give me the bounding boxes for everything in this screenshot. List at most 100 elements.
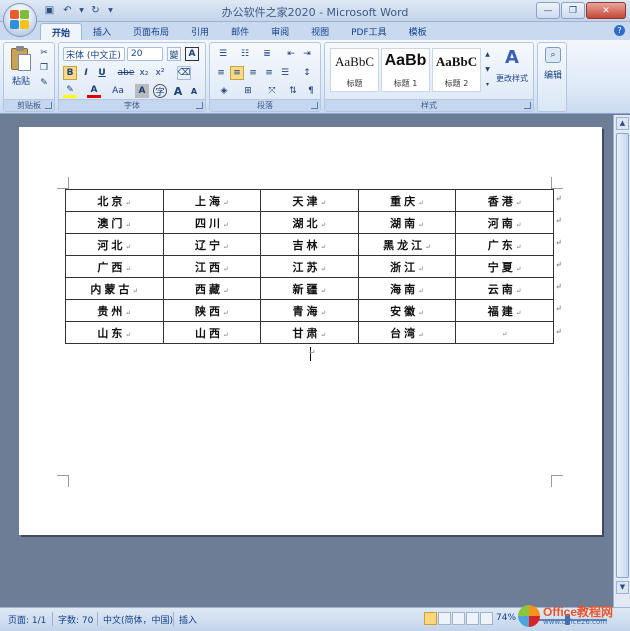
table-cell[interactable]: 陕西↵ [162,299,262,322]
print-layout-view-icon[interactable] [424,612,437,625]
change-styles-button[interactable]: 更改样式 [493,71,531,85]
table-cell[interactable]: 湖北↵ [260,211,359,234]
align-right-icon[interactable]: ≡ [246,66,260,80]
multilevel-list-icon[interactable]: ≣ [258,47,276,61]
table-cell[interactable]: 青海↵ [260,299,359,322]
table-cell[interactable]: 江苏↵ [260,255,359,278]
change-case-button[interactable]: Aa [109,84,127,98]
tab-7[interactable]: PDF工具 [340,23,398,40]
status-page[interactable]: 页面: 1/1 [8,613,46,626]
change-styles-icon[interactable]: A [501,46,523,68]
increase-indent-icon[interactable]: ⇥ [300,47,314,61]
document-page[interactable]: 北京↵ 上海↵ 天津↵ 重庆↵ 香港↵ ↵ 澳门↵ 四川↵ 湖北↵ 湖南↵ 河南↵ ↵ 河北↵ 辽宁↵ 吉林… [19,127,602,535]
table-cell[interactable]: 四川↵ [162,211,262,234]
table-cell[interactable]: 台湾↵ [357,321,457,344]
table-cell[interactable]: 福建↵ ↵ [455,299,562,322]
format-painter-icon[interactable]: ✎ [37,76,51,90]
font-launcher-icon[interactable] [196,102,203,109]
strikethrough-button[interactable]: abe [117,66,135,80]
scroll-up-arrow-icon[interactable]: ▲ [616,117,629,130]
shading-icon[interactable]: ◈ [214,84,234,98]
table-cell[interactable]: 澳门↵ [65,211,164,234]
table-cell[interactable]: 北京↵ [65,189,164,212]
show-marks-icon[interactable]: ¶ [304,84,318,98]
style-heading1[interactable]: AaBb 标题 1 [381,48,430,92]
table-cell[interactable]: 黑龙江↵ [357,233,457,256]
table-cell[interactable]: 辽宁↵ [162,233,262,256]
table-cell[interactable]: ↵ ↵ [455,321,562,344]
table-cell[interactable]: 安徽↵ [357,299,457,322]
superscript-button[interactable]: x² [153,66,167,80]
editing-button[interactable]: 编辑 [539,67,567,81]
table-cell[interactable]: 山西↵ [162,321,262,344]
minimize-button[interactable]: — [536,2,560,19]
align-center-icon[interactable]: ≡ [230,66,244,80]
zoom-level[interactable]: 74% [496,613,516,623]
restore-button[interactable]: ❐ [561,2,585,19]
tab-0[interactable]: 开始 [40,23,83,40]
table-cell[interactable]: 广东↵ ↵ [455,233,562,256]
table-cell[interactable]: 上海↵ [162,189,262,212]
bold-button[interactable]: B [63,66,77,80]
underline-button[interactable]: U [95,66,109,80]
clipboard-launcher-icon[interactable] [45,102,52,109]
table-cell[interactable]: 甘肃↵ [260,321,359,344]
enclose-char-icon[interactable]: 字 [153,84,167,98]
table-cell[interactable]: 山东↵ [65,321,164,344]
char-shading-icon[interactable]: A [135,84,149,98]
table-cell[interactable]: 云南↵ ↵ [455,277,562,300]
table-cell[interactable]: 内蒙古↵ [65,277,164,300]
paste-button[interactable]: 粘贴 [8,73,34,87]
table-cell[interactable]: 宁夏↵ ↵ [455,255,562,278]
tab-6[interactable]: 视图 [300,23,340,40]
justify-icon[interactable]: ≡ [262,66,276,80]
clear-format-icon[interactable]: ⌫ [177,66,191,80]
table-cell[interactable]: 新疆↵ [260,277,359,300]
status-insert-mode[interactable]: 插入 [179,613,197,626]
styles-scroll-up-icon[interactable]: ▲ [483,48,492,61]
table-cell[interactable]: 江西↵ [162,255,262,278]
italic-button[interactable]: I [79,66,93,80]
char-border-icon[interactable]: A [185,47,199,61]
styles-scroll-down-icon[interactable]: ▼ [483,63,492,76]
close-button[interactable]: ✕ [586,2,626,19]
font-color-icon[interactable]: A [87,84,101,98]
web-layout-view-icon[interactable] [452,612,465,625]
copy-icon[interactable]: ❐ [37,61,51,75]
table-cell[interactable]: 吉林↵ [260,233,359,256]
grow-font-button[interactable]: A [171,84,185,98]
table-cell[interactable]: 天津↵ [260,189,359,212]
table-cell[interactable]: 浙江↵ [357,255,457,278]
align-left-icon[interactable]: ≡ [214,66,228,80]
help-icon[interactable]: ? [614,25,625,36]
table-cell[interactable]: 湖南↵ [357,211,457,234]
tab-2[interactable]: 页面布局 [122,23,180,40]
tab-1[interactable]: 插入 [82,23,122,40]
paste-icon[interactable] [10,46,32,72]
tab-4[interactable]: 邮件 [220,23,260,40]
style-title[interactable]: AaBbC 标题 [330,48,379,92]
cut-icon[interactable]: ✂ [37,46,51,60]
table-cell[interactable]: 河南↵ ↵ [455,211,562,234]
highlight-color-icon[interactable]: ✎ [63,84,77,98]
line-spacing-icon[interactable]: ↕ [298,66,316,80]
scroll-thumb[interactable] [616,133,629,578]
styles-launcher-icon[interactable] [524,102,531,109]
table-cell[interactable]: 河北↵ [65,233,164,256]
table-cell[interactable]: 重庆↵ [357,189,457,212]
numbering-icon[interactable]: ☷ [236,47,254,61]
bullets-icon[interactable]: ☰ [214,47,232,61]
paragraph-launcher-icon[interactable] [311,102,318,109]
distributed-icon[interactable]: ☰ [278,66,292,80]
find-icon[interactable]: ⌕ [545,47,561,63]
font-size-select[interactable]: 20 [127,47,163,61]
outline-view-icon[interactable] [466,612,479,625]
table-cell[interactable]: 广西↵ [65,255,164,278]
tab-8[interactable]: 模板 [398,23,438,40]
status-language[interactable]: 中文(简体，中国) [103,613,173,626]
borders-icon[interactable]: ⊞ [238,84,258,98]
status-words[interactable]: 字数: 70 [58,613,93,626]
vertical-scrollbar[interactable]: ▲ ▼ [613,115,630,607]
scroll-down-arrow-icon[interactable]: ▼ [616,581,629,594]
sort-icon[interactable]: ⇅ [286,84,300,98]
